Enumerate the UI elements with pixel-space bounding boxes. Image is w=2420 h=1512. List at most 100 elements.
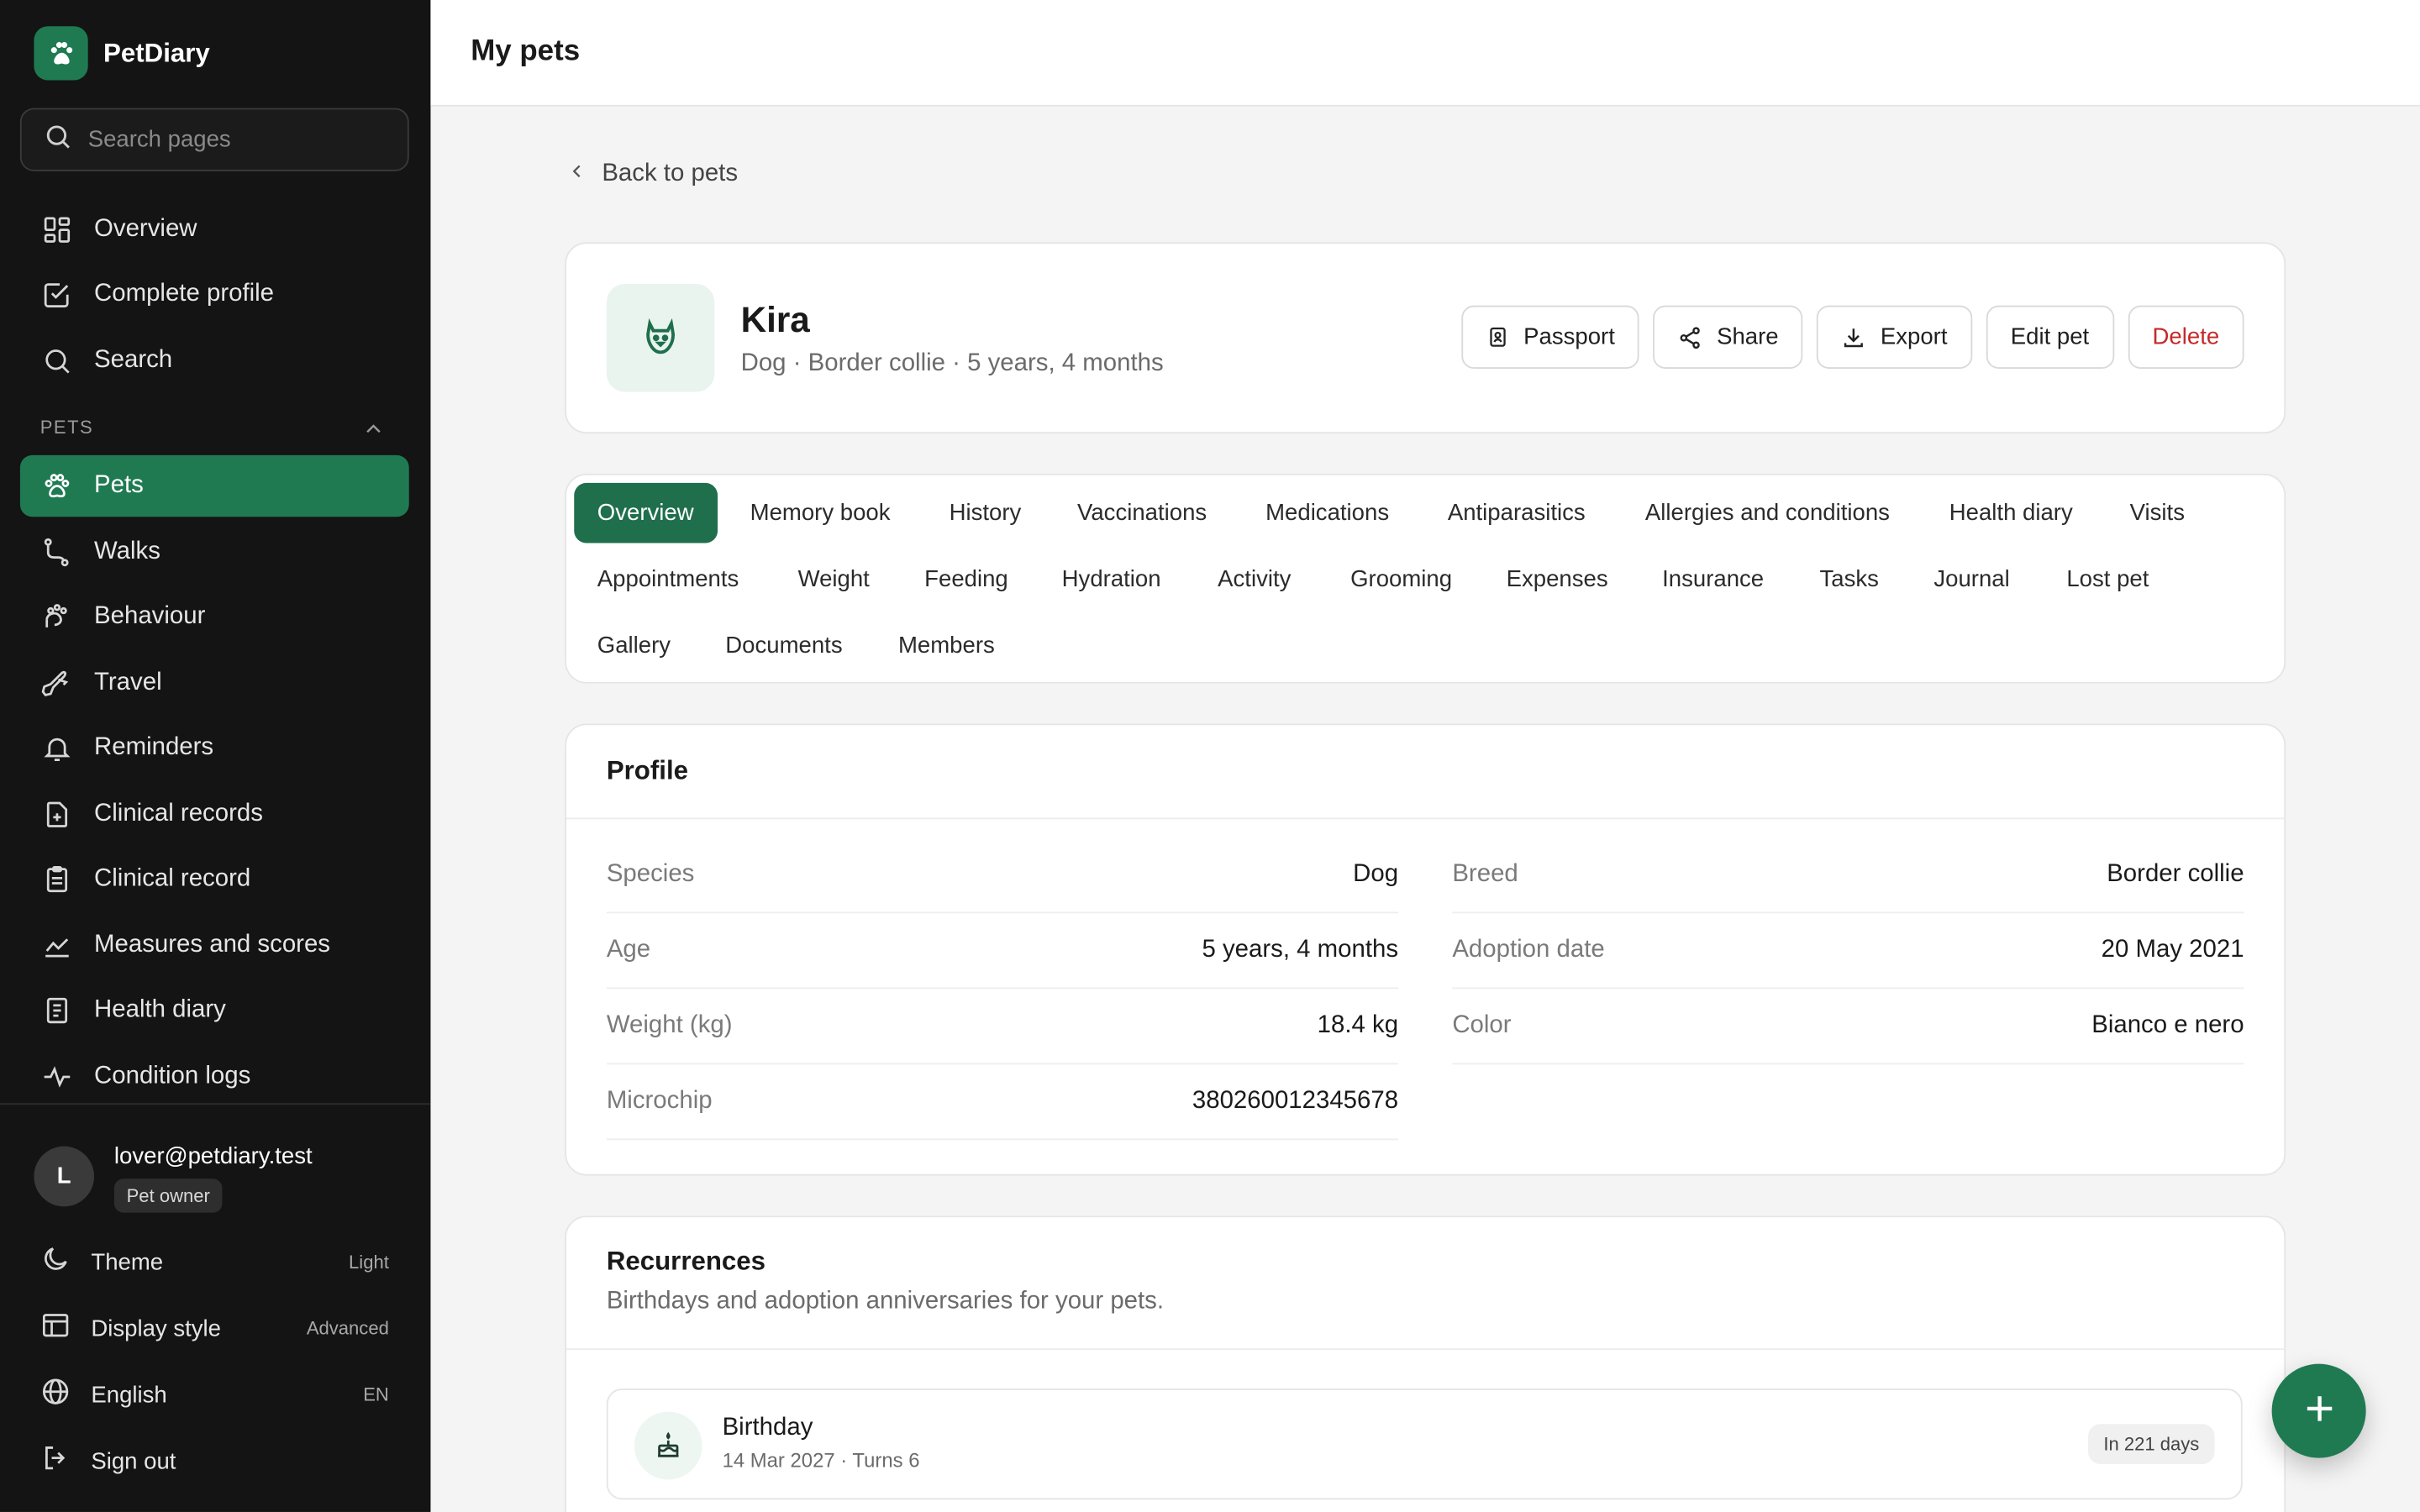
check-square-icon xyxy=(42,279,73,310)
page-title: My pets xyxy=(471,35,581,68)
recurrences-title: Recurrences xyxy=(606,1247,766,1276)
tab-memory-book[interactable]: Memory book xyxy=(727,483,913,543)
search-icon xyxy=(42,345,73,376)
tab-weight[interactable]: Weight xyxy=(775,549,892,610)
section-label-pets: PETS xyxy=(39,416,94,438)
tab-allergies-and-conditions[interactable]: Allergies and conditions xyxy=(1622,483,1912,543)
tab-journal[interactable]: Journal xyxy=(1911,549,2033,610)
tab-label: Health diary xyxy=(1949,500,2073,527)
tab-label: Weight xyxy=(797,566,870,593)
sidebar-item-health-diary[interactable]: Health diary xyxy=(20,979,409,1041)
tab-tasks[interactable]: Tasks xyxy=(1797,549,1902,610)
setting-value: Light xyxy=(349,1251,389,1273)
tab-visits[interactable]: Visits xyxy=(2107,483,2207,543)
tab-expenses[interactable]: Expenses xyxy=(1483,549,1631,610)
layout-icon xyxy=(40,1310,71,1347)
tab-insurance[interactable]: Insurance xyxy=(1639,549,1787,610)
sidebar-item-behaviour[interactable]: Behaviour xyxy=(20,586,409,648)
sidebar-item-reminders[interactable]: Reminders xyxy=(20,717,409,779)
globe-icon xyxy=(40,1376,71,1413)
tab-grooming[interactable]: Grooming xyxy=(1328,549,1476,610)
back-to-pets-link[interactable]: Back to pets xyxy=(568,160,738,188)
download-icon xyxy=(1842,325,1866,349)
edit-pet-button[interactable]: Edit pet xyxy=(1986,305,2114,369)
field-weight: Weight (kg) 18.4 kg xyxy=(606,989,1399,1065)
chevron-up-icon[interactable] xyxy=(361,417,386,449)
tab-medications[interactable]: Medications xyxy=(1243,483,1413,543)
export-label: Export xyxy=(1880,323,1948,350)
tab-activity[interactable]: Activity xyxy=(1195,549,1314,610)
paw-icon xyxy=(42,470,73,501)
setting-value: Advanced xyxy=(306,1317,389,1340)
field-value: Bianco e nero xyxy=(2091,1011,2244,1039)
delete-button[interactable]: Delete xyxy=(2128,305,2244,369)
sidebar: PetDiary Overview Complete profile Searc… xyxy=(0,0,431,1512)
tab-hydration[interactable]: Hydration xyxy=(1039,549,1184,610)
tab-label: Members xyxy=(897,633,995,659)
tab-appointments[interactable]: Appointments xyxy=(574,549,762,610)
recurrence-detail: 14 Mar 2027 · Turns 6 xyxy=(722,1448,920,1473)
sidebar-item-clinical-record[interactable]: Clinical record xyxy=(20,848,409,910)
setting-theme[interactable]: Theme Light xyxy=(40,1243,389,1280)
setting-display-style[interactable]: Display style Advanced xyxy=(40,1310,389,1347)
tab-overview[interactable]: Overview xyxy=(574,482,718,543)
profile-title: Profile xyxy=(606,755,688,785)
sidebar-item-search[interactable]: Search xyxy=(20,330,409,391)
dog-icon xyxy=(606,283,715,392)
sign-out-button[interactable]: Sign out xyxy=(40,1442,389,1479)
search-input[interactable] xyxy=(87,126,381,153)
sidebar-item-condition-logs[interactable]: Condition logs xyxy=(20,1046,409,1107)
tab-vaccinations[interactable]: Vaccinations xyxy=(1054,483,1229,543)
sidebar-item-label: Pets xyxy=(94,472,144,499)
role-badge: Pet owner xyxy=(113,1179,223,1213)
setting-value: EN xyxy=(363,1383,389,1406)
tab-label: Antiparasitics xyxy=(1447,500,1586,527)
tab-health-diary[interactable]: Health diary xyxy=(1926,483,2096,543)
sidebar-item-pets[interactable]: Pets xyxy=(19,454,409,517)
recurrences-card: Recurrences Birthdays and adoption anniv… xyxy=(565,1215,2286,1512)
export-button[interactable]: Export xyxy=(1817,305,1972,369)
sidebar-search[interactable] xyxy=(19,108,409,171)
tab-history[interactable]: History xyxy=(926,483,1044,543)
field-label: Adoption date xyxy=(1452,936,1605,963)
chevron-left-icon xyxy=(568,160,587,188)
sidebar-item-clinical-records[interactable]: Clinical records xyxy=(20,784,409,845)
tab-label: Overview xyxy=(597,500,694,527)
tab-members[interactable]: Members xyxy=(875,616,1018,676)
card-divider xyxy=(566,817,2285,820)
sidebar-item-measures-and-scores[interactable]: Measures and scores xyxy=(20,915,409,976)
tab-lost-pet[interactable]: Lost pet xyxy=(2044,549,2172,610)
passport-button[interactable]: Passport xyxy=(1461,305,1640,369)
setting-label: Display style xyxy=(91,1315,222,1342)
pet-tabs: Overview Memory book History Vaccination… xyxy=(565,473,2286,684)
tab-antiparasitics[interactable]: Antiparasitics xyxy=(1424,483,1608,543)
grid-icon xyxy=(42,214,73,245)
tab-gallery[interactable]: Gallery xyxy=(574,616,693,676)
pet-header-card: Kira Dog · Border collie · 5 years, 4 mo… xyxy=(565,242,2286,434)
notebook-icon xyxy=(42,995,73,1026)
add-fab-button[interactable] xyxy=(2271,1363,2366,1458)
tab-label: Memory book xyxy=(750,500,891,527)
brand[interactable]: PetDiary xyxy=(34,26,210,81)
setting-language[interactable]: English EN xyxy=(40,1376,389,1413)
paw-icon xyxy=(34,26,88,81)
tab-documents[interactable]: Documents xyxy=(702,616,865,676)
sidebar-item-overview[interactable]: Overview xyxy=(20,199,409,260)
sidebar-item-travel[interactable]: Travel xyxy=(20,653,409,714)
chart-line-icon xyxy=(42,931,73,962)
recurrence-item-birthday[interactable]: Birthday 14 Mar 2027 · Turns 6 In 221 da… xyxy=(606,1389,2243,1500)
paw-print-icon xyxy=(42,601,73,633)
sidebar-item-label: Overview xyxy=(94,216,197,243)
field-age: Age 5 years, 4 months xyxy=(606,913,1399,990)
sidebar-item-complete-profile[interactable]: Complete profile xyxy=(20,264,409,325)
share-button[interactable]: Share xyxy=(1653,305,1804,369)
sidebar-item-walks[interactable]: Walks xyxy=(20,522,409,583)
plus-icon xyxy=(2301,1390,2338,1432)
brand-name: PetDiary xyxy=(103,37,210,67)
passport-icon xyxy=(1486,326,1510,349)
field-value: Border collie xyxy=(2107,860,2244,888)
tab-label: Allergies and conditions xyxy=(1644,500,1890,527)
activity-icon xyxy=(42,1062,73,1093)
tab-feeding[interactable]: Feeding xyxy=(902,549,1032,610)
user-card[interactable]: L lover@petdiary.test Pet owner xyxy=(34,1143,313,1213)
